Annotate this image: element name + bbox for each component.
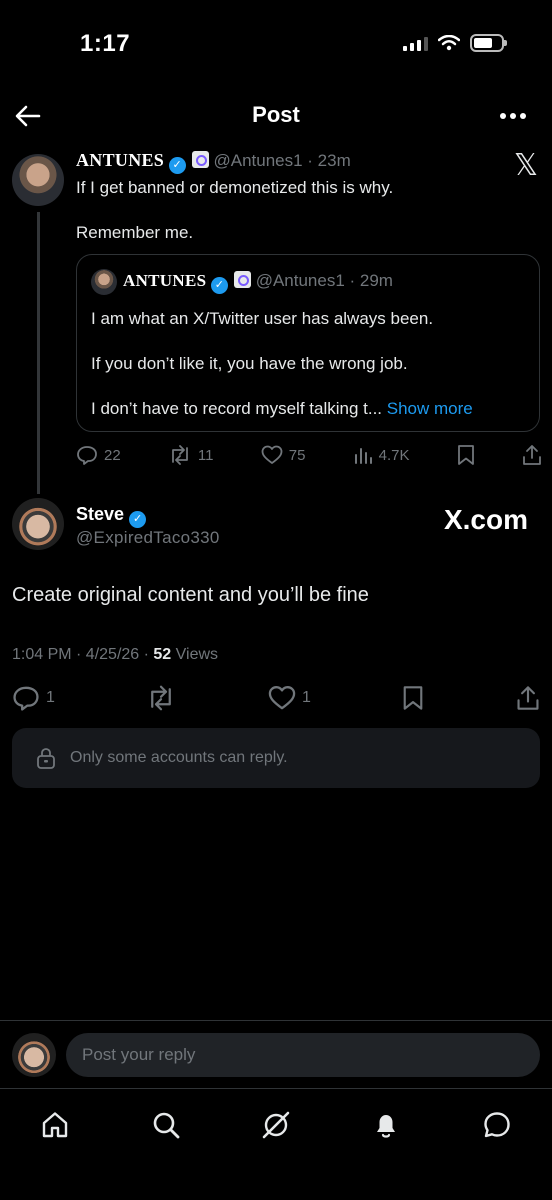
quote-line-text: I don’t have to record myself talking t.… bbox=[91, 399, 383, 418]
avatar[interactable] bbox=[12, 498, 64, 550]
restriction-text: Only some accounts can reply. bbox=[70, 749, 288, 766]
verified-icon: ✓ bbox=[168, 157, 186, 174]
messages-icon bbox=[484, 1112, 510, 1138]
bookmark-button[interactable] bbox=[402, 685, 424, 711]
nav-messages[interactable] bbox=[477, 1105, 517, 1145]
nav-home[interactable] bbox=[35, 1105, 75, 1145]
nav-grok[interactable] bbox=[256, 1105, 296, 1145]
parent-post-header: ANTUNES ✓ @Antunes1 · 23m bbox=[76, 150, 351, 174]
views-count: 4.7K bbox=[378, 446, 410, 464]
quote-line: I am what an X/Twitter user has always b… bbox=[91, 309, 434, 328]
post-text: Create original content and you’ll be fi… bbox=[12, 584, 369, 606]
like-count: 1 bbox=[302, 689, 311, 706]
post-text-line: If I get banned or demonetized this is w… bbox=[76, 178, 394, 197]
like-count: 75 bbox=[288, 446, 306, 464]
reply-count: 22 bbox=[104, 446, 121, 464]
notifications-icon bbox=[377, 1115, 396, 1138]
author-handle: @Antunes1 · 29m bbox=[255, 271, 393, 290]
avatar bbox=[91, 269, 117, 295]
wifi-icon bbox=[438, 35, 460, 51]
bookmark-icon bbox=[457, 445, 474, 465]
nav-notifications[interactable] bbox=[366, 1105, 406, 1145]
avatar[interactable] bbox=[12, 154, 64, 206]
search-icon bbox=[153, 1112, 179, 1139]
thread-line bbox=[37, 212, 40, 494]
like-icon bbox=[261, 445, 283, 464]
repost-icon bbox=[172, 445, 188, 465]
status-time: 1:17 bbox=[80, 30, 131, 57]
verified-icon: ✓ bbox=[129, 511, 147, 528]
share-button[interactable] bbox=[522, 444, 542, 466]
quote-line: I don’t have to record myself talking t.… bbox=[91, 397, 531, 420]
main-post-actions: 1 1 bbox=[12, 682, 540, 714]
verified-icon: ✓ bbox=[210, 277, 228, 294]
post-text-line: Remember me. bbox=[76, 223, 194, 242]
home-icon bbox=[42, 1112, 68, 1138]
author-handle: @Antunes1 · 23m bbox=[213, 151, 351, 170]
grok-icon bbox=[262, 1111, 290, 1139]
avatar bbox=[12, 1033, 56, 1077]
share-icon bbox=[523, 445, 541, 465]
author-name-text: Steve bbox=[76, 504, 125, 524]
like-icon bbox=[268, 686, 296, 710]
bookmark-button[interactable] bbox=[457, 444, 475, 466]
reply-input[interactable] bbox=[66, 1033, 540, 1077]
affiliate-badge-icon bbox=[234, 271, 252, 288]
nav-search[interactable] bbox=[146, 1105, 186, 1145]
repost-button[interactable] bbox=[146, 685, 176, 711]
views-button[interactable]: 4.7K bbox=[353, 445, 410, 465]
parent-post-actions: 22 11 75 4.7K bbox=[76, 440, 542, 470]
watermark: X.com bbox=[443, 504, 528, 535]
signal-icon bbox=[403, 35, 428, 51]
repost-icon bbox=[151, 685, 172, 711]
page-title: Post bbox=[252, 102, 300, 127]
reply-button[interactable]: 22 bbox=[76, 445, 121, 465]
reply-restriction-notice: Only some accounts can reply. bbox=[12, 728, 540, 788]
like-button[interactable]: 75 bbox=[261, 445, 306, 465]
status-icons bbox=[403, 34, 507, 52]
author-name: ANTUNES bbox=[123, 271, 207, 290]
bookmark-icon bbox=[404, 686, 423, 710]
like-button[interactable]: 1 bbox=[268, 685, 311, 711]
author-handle: @ExpiredTaco330 bbox=[76, 528, 220, 547]
more-icon bbox=[500, 113, 526, 119]
share-icon bbox=[517, 686, 539, 710]
views-icon bbox=[354, 448, 372, 464]
views-count: 52 bbox=[153, 646, 172, 663]
repost-button[interactable]: 11 bbox=[168, 445, 214, 465]
more-options-button[interactable] bbox=[496, 100, 530, 132]
post-text: If I get banned or demonetized this is w… bbox=[76, 176, 526, 266]
show-more-link[interactable]: Show more bbox=[387, 399, 473, 418]
post-meta: 1:04 PM · 4/25/26 · 52 Views bbox=[12, 646, 218, 664]
quoted-post-header: ANTUNES ✓ @Antunes1 · 29m bbox=[123, 271, 393, 294]
affiliate-badge-icon bbox=[192, 151, 210, 168]
quoted-post[interactable]: ANTUNES ✓ @Antunes1 · 29m I am what an X… bbox=[76, 254, 540, 432]
post-timestamp: 1:04 PM · 4/25/26 · bbox=[12, 646, 154, 663]
bottom-nav bbox=[0, 1088, 552, 1200]
repost-count: 11 bbox=[197, 446, 214, 464]
views-label: Views bbox=[171, 646, 219, 663]
author-name[interactable]: Steve ✓ bbox=[76, 504, 147, 528]
share-button[interactable] bbox=[516, 685, 540, 711]
quoted-post-text: I am what an X/Twitter user has always b… bbox=[91, 307, 531, 442]
reply-button[interactable]: 1 bbox=[12, 685, 55, 711]
author-name[interactable]: ANTUNES bbox=[76, 150, 164, 170]
battery-icon bbox=[470, 34, 507, 52]
reply-icon bbox=[13, 686, 39, 711]
lock-icon bbox=[37, 748, 55, 769]
reply-icon bbox=[77, 446, 97, 465]
quote-line: If you don’t like it, you have the wrong… bbox=[91, 354, 408, 373]
status-bar: 1:17 bbox=[0, 0, 552, 90]
reply-count: 1 bbox=[46, 689, 55, 706]
reply-composer bbox=[0, 1020, 552, 1088]
header: Post bbox=[0, 96, 552, 136]
